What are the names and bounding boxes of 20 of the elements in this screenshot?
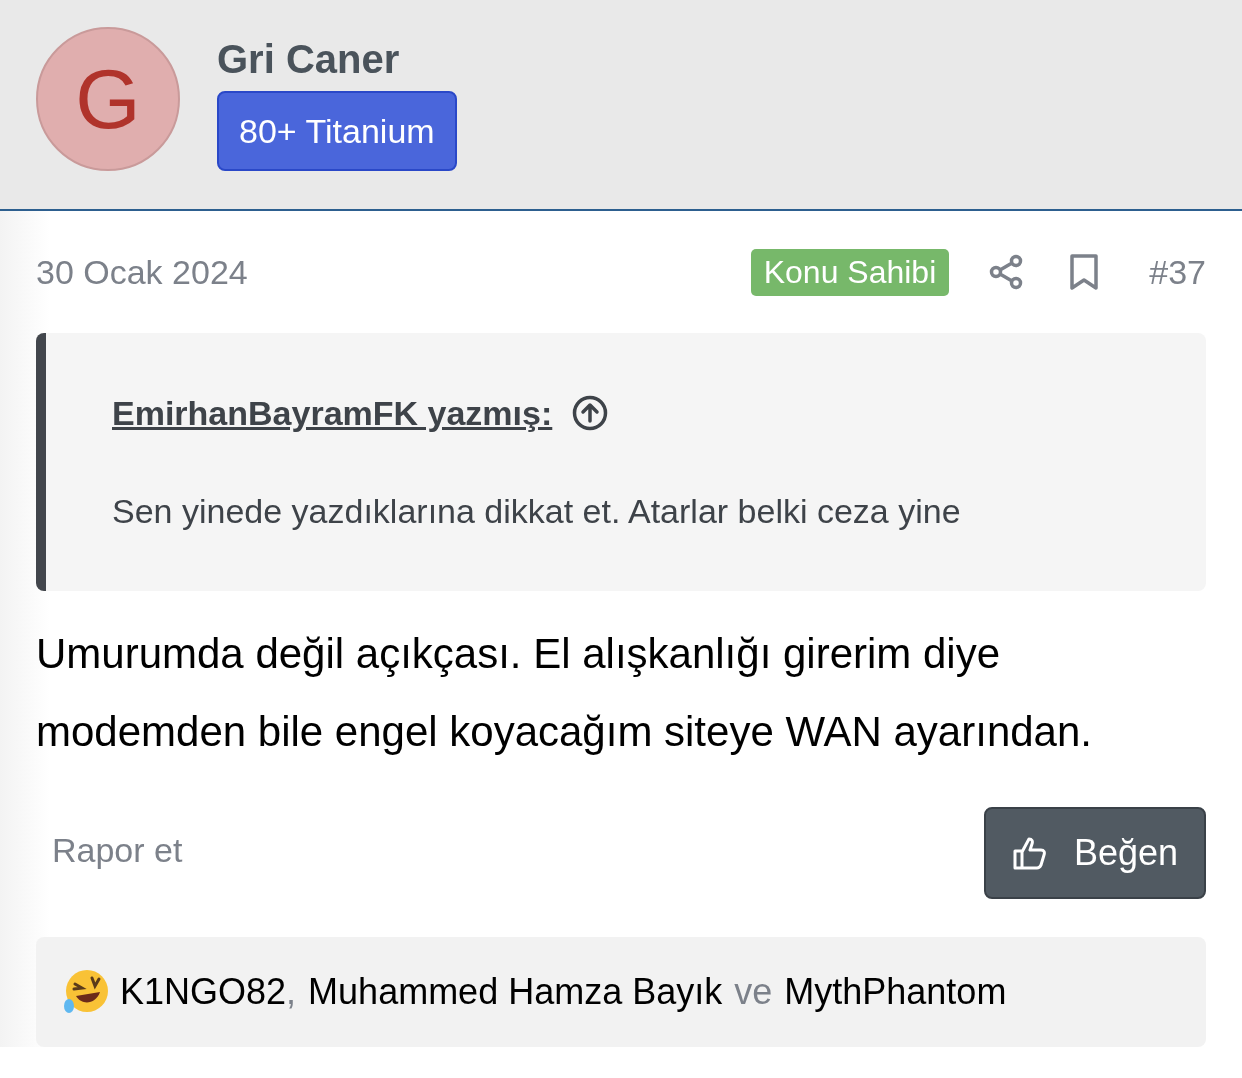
quote-author-link[interactable]: EmirhanBayramFK yazmış: (112, 387, 553, 439)
user-link[interactable]: Muhammed Hamza Bayık (308, 965, 723, 1019)
post-number-link[interactable]: #37 (1149, 246, 1206, 298)
post-date-link[interactable]: 30 Ocak 2024 (36, 246, 248, 298)
post-text: Umurumda değil açıkçası. El alışkanlığı girerim diye (36, 629, 1001, 679)
quote-text: Sen yinede yazdıklarına dikkat et. Atarlar belki ceza yine (112, 491, 962, 532)
username-link[interactable]: Gri Caner (217, 35, 400, 83)
report-link[interactable]: Rapor et (52, 825, 183, 876)
thread-owner-badge: Konu Sahibi (750, 248, 950, 296)
separator-text: , (286, 970, 297, 1014)
laughing-emoji-icon (62, 968, 110, 1016)
arrow-up-circle-icon[interactable] (572, 395, 609, 431)
like-button[interactable]: Beğen (984, 807, 1206, 899)
user-link[interactable]: MythPhantom (784, 965, 1007, 1019)
post-text: modemden bile engel koyacağım siteye WAN ayarından. (36, 707, 1092, 757)
user-title-badge: 80+ Titanium (217, 91, 457, 171)
bookmark-icon[interactable] (1069, 253, 1100, 291)
thumbs-up-icon (1011, 835, 1048, 871)
user-link[interactable]: K1NGO82 (120, 965, 287, 1019)
separator-text: ve (734, 970, 773, 1014)
